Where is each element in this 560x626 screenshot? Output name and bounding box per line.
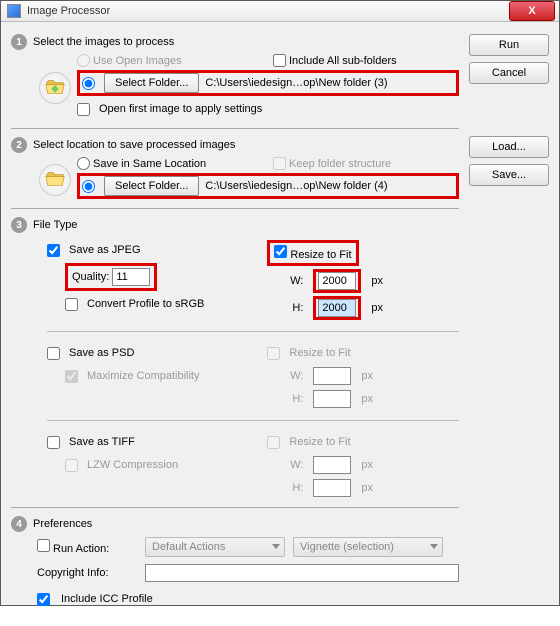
select-folder-radio-1[interactable] xyxy=(82,77,95,90)
run-button[interactable]: Run xyxy=(469,34,549,56)
use-open-images-radio xyxy=(77,54,90,67)
window-title: Image Processor xyxy=(27,5,509,17)
save-button[interactable]: Save... xyxy=(469,164,549,186)
jpeg-w-px: px xyxy=(371,275,383,287)
tiff-w-px: px xyxy=(361,459,373,471)
section-3-title: File Type xyxy=(33,219,77,231)
quality-input[interactable] xyxy=(112,268,150,286)
psd-width-input xyxy=(313,367,351,385)
select-folder-button-2[interactable]: Select Folder... xyxy=(104,176,199,196)
folder-open-icon xyxy=(39,72,71,104)
step-badge-4: 4 xyxy=(11,516,27,532)
chevron-down-icon xyxy=(430,544,438,549)
include-icc-checkbox[interactable] xyxy=(37,593,50,606)
save-as-tiff-checkbox[interactable] xyxy=(47,436,60,449)
psd-h-px: px xyxy=(361,393,373,405)
keep-folder-structure-checkbox xyxy=(273,157,286,170)
save-as-tiff-label: Save as TIFF xyxy=(69,436,135,448)
lzw-checkbox xyxy=(65,459,78,472)
highlight-source-folder: Select Folder... C:\Users\iedesign…op\Ne… xyxy=(77,70,459,96)
load-button[interactable]: Load... xyxy=(469,136,549,158)
include-subfolders-label: Include All sub-folders xyxy=(289,55,397,67)
step-badge-2: 2 xyxy=(11,137,27,153)
maximize-compat-label: Maximize Compatibility xyxy=(87,370,199,382)
source-folder-path: C:\Users\iedesign…op\New folder (3) xyxy=(205,77,387,89)
jpeg-h-label: H: xyxy=(285,302,303,314)
folder-save-icon xyxy=(39,164,71,196)
select-folder-radio-2[interactable] xyxy=(82,180,95,193)
run-action-label: Run Action: xyxy=(53,543,109,555)
use-open-images-label: Use Open Images xyxy=(93,55,182,67)
save-as-jpeg-checkbox[interactable] xyxy=(47,244,60,257)
highlight-quality: Quality: xyxy=(65,263,157,291)
save-as-psd-checkbox[interactable] xyxy=(47,347,60,360)
include-subfolders-checkbox[interactable] xyxy=(273,54,286,67)
psd-height-input xyxy=(313,390,351,408)
psd-h-label: H: xyxy=(285,393,303,405)
section-preferences: 4 Preferences Run Action: Default Action… xyxy=(11,516,459,610)
tiff-resize-checkbox xyxy=(267,436,280,449)
jpeg-width-input[interactable] xyxy=(318,272,356,290)
step-badge-3: 3 xyxy=(11,217,27,233)
save-same-location-label: Save in Same Location xyxy=(93,158,206,170)
save-as-psd-label: Save as PSD xyxy=(69,347,134,359)
keep-folder-structure-label: Keep folder structure xyxy=(289,158,391,170)
psd-resize-label: Resize to Fit xyxy=(289,347,350,359)
open-first-image-label: Open first image to apply settings xyxy=(99,103,262,115)
maximize-compat-checkbox xyxy=(65,370,78,383)
include-icc-label: Include ICC Profile xyxy=(61,593,153,605)
highlight-dest-folder: Select Folder... C:\Users\iedesign…op\Ne… xyxy=(77,173,459,199)
save-as-jpeg-label: Save as JPEG xyxy=(69,244,141,256)
convert-srgb-label: Convert Profile to sRGB xyxy=(87,298,204,310)
section-select-images: 1 Select the images to process Use Open … xyxy=(11,34,459,122)
action-dropdown[interactable]: Vignette (selection) xyxy=(293,537,443,557)
chevron-down-icon xyxy=(272,544,280,549)
save-same-location-radio[interactable] xyxy=(77,157,90,170)
titlebar[interactable]: Image Processor X xyxy=(1,1,559,22)
dest-folder-path: C:\Users\iedesign…op\New folder (4) xyxy=(205,180,387,192)
jpeg-h-px: px xyxy=(371,302,383,314)
app-icon xyxy=(7,4,21,18)
section-4-title: Preferences xyxy=(33,518,92,530)
image-processor-window: Image Processor X 1 Select the images to… xyxy=(0,0,560,606)
section-save-location: 2 Select location to save processed imag… xyxy=(11,137,459,202)
tiff-w-label: W: xyxy=(285,459,303,471)
section-1-title: Select the images to process xyxy=(33,36,174,48)
highlight-resize: Resize to Fit xyxy=(267,240,358,266)
quality-label: Quality: xyxy=(72,271,109,283)
cancel-button[interactable]: Cancel xyxy=(469,62,549,84)
psd-w-px: px xyxy=(361,370,373,382)
close-button[interactable]: X xyxy=(509,1,555,21)
run-action-checkbox[interactable] xyxy=(37,539,50,552)
copyright-label: Copyright Info: xyxy=(37,567,137,579)
lzw-label: LZW Compression xyxy=(87,459,178,471)
psd-w-label: W: xyxy=(285,370,303,382)
convert-srgb-checkbox[interactable] xyxy=(65,298,78,311)
tiff-width-input xyxy=(313,456,351,474)
tiff-height-input xyxy=(313,479,351,497)
section-file-type: 3 File Type Save as JPEG Quality: xyxy=(11,217,459,501)
tiff-h-px: px xyxy=(361,482,373,494)
section-2-title: Select location to save processed images xyxy=(33,139,235,151)
open-first-image-checkbox[interactable] xyxy=(77,103,90,116)
jpeg-resize-checkbox[interactable] xyxy=(274,245,287,258)
jpeg-resize-label: Resize to Fit xyxy=(290,249,351,261)
psd-resize-checkbox xyxy=(267,347,280,360)
tiff-h-label: H: xyxy=(285,482,303,494)
action-set-dropdown[interactable]: Default Actions xyxy=(145,537,285,557)
select-folder-button-1[interactable]: Select Folder... xyxy=(104,73,199,93)
copyright-input[interactable] xyxy=(145,564,459,582)
jpeg-w-label: W: xyxy=(285,275,303,287)
step-badge-1: 1 xyxy=(11,34,27,50)
jpeg-height-input[interactable] xyxy=(318,299,356,317)
tiff-resize-label: Resize to Fit xyxy=(289,436,350,448)
